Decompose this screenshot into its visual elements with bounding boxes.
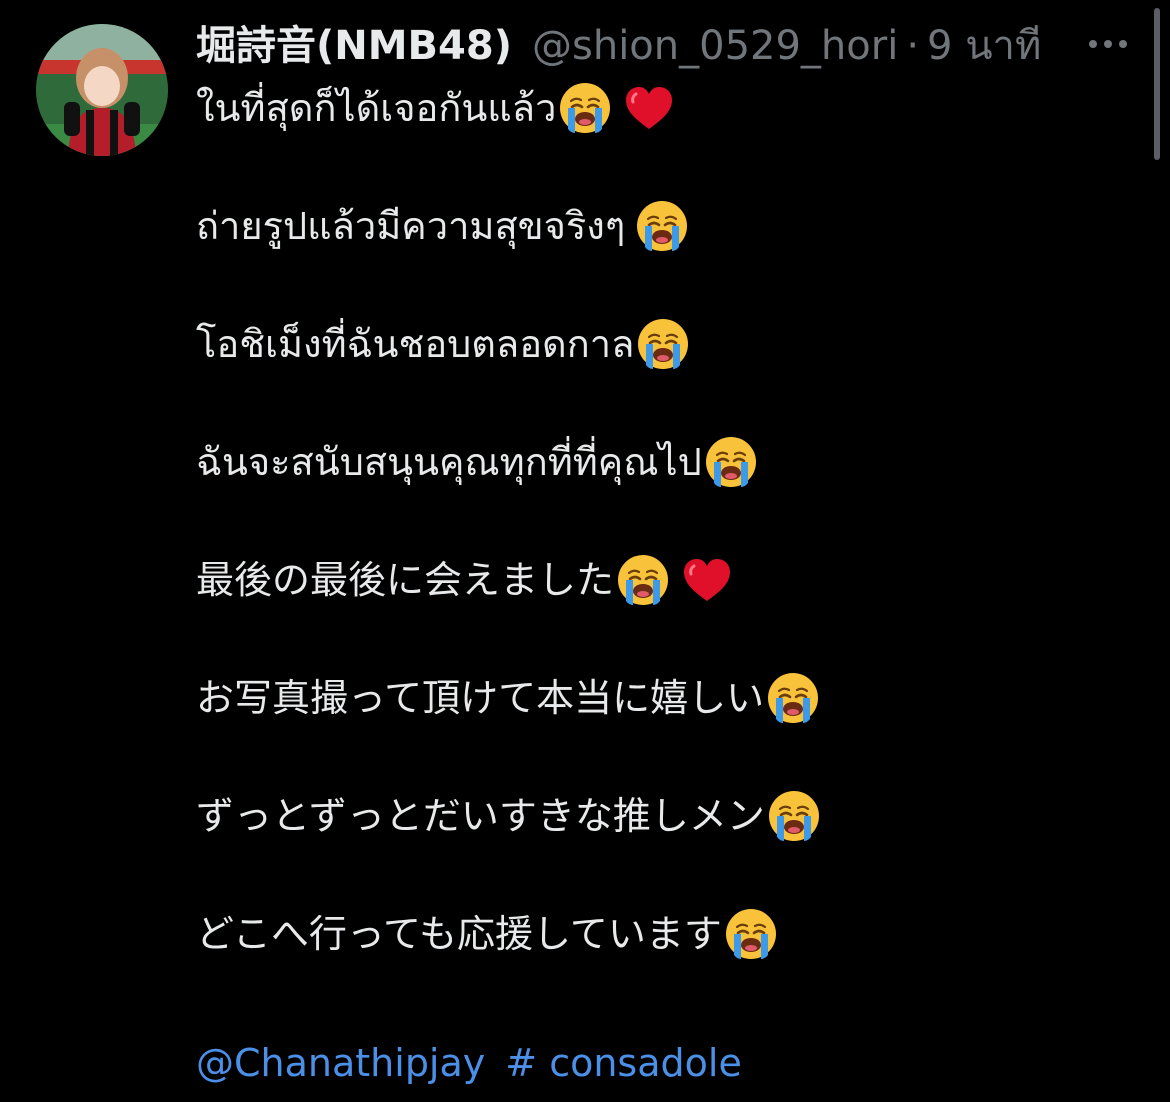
tweet-line-text: ずっとずっとだいすきな推しメン [196,794,765,838]
tweet-line-text: ถ่ายรูปแล้วมีความสุขจริงๆ [196,204,626,248]
tweet-line-text: 最後の最後に会えました [196,558,615,602]
tweet-line-text: โอชิเม็งที่ฉันชอบตลอดกาล [196,322,635,366]
crying-face-icon [635,199,689,253]
hashtag-link[interactable]: # consadole [505,1036,742,1090]
tweet-line: ถ่ายรูปแล้วมีความสุขจริงๆ [196,194,1136,312]
tweet-line-text: お写真撮って頂けて本当に嬉しい [196,676,765,720]
red-heart-icon [680,553,734,607]
tweet-line: 最後の最後に会えました [196,548,1136,666]
tweet-line: โอชิเม็งที่ฉันชอบตลอดกาล [196,312,1136,430]
tweet-line: お写真撮って頂けて本当に嬉しい [196,666,1136,784]
crying-face-icon [704,435,758,489]
tweet-text: ในที่สุดก็ได้เจอกันแล้ว ถ่ายรูปแล้วมีควา… [196,76,1136,1020]
user-handle[interactable]: @shion_0529_hori [532,18,898,74]
tweet[interactable]: 堀詩音(NMB48) @shion_0529_hori · 9 นาที ในท… [0,0,1170,1102]
tweet-line-text: どこへ行っても応援しています [196,912,722,956]
crying-face-icon [766,671,820,725]
display-name[interactable]: 堀詩音(NMB48) [196,18,512,74]
tweet-header: 堀詩音(NMB48) @shion_0529_hori · 9 นาที [196,18,1041,74]
more-horizontal-icon [1089,40,1127,48]
tweet-line: どこへ行っても応援しています [196,902,1136,1020]
scrollbar[interactable] [1154,8,1160,160]
more-options-button[interactable] [1082,22,1134,66]
tweet-links: @Chanathipjay # consadole [196,1036,742,1090]
crying-face-icon [616,553,670,607]
tweet-line: ずっとずっとだいすきな推しメン [196,784,1136,902]
crying-face-icon [724,907,778,961]
tweet-line: ฉันจะสนับสนุนคุณทุกที่ที่คุณไป [196,430,1136,548]
tweet-line-text: ฉันจะสนับสนุนคุณทุกที่ที่คุณไป [196,440,702,484]
mention-link[interactable]: @Chanathipjay [196,1036,485,1090]
crying-face-icon [767,789,821,843]
crying-face-icon [636,317,690,371]
red-heart-icon [622,81,676,135]
timestamp[interactable]: 9 นาที [927,18,1041,74]
tweet-line-text: ในที่สุดก็ได้เจอกันแล้ว [196,86,557,130]
separator-dot: · [906,23,920,69]
crying-face-icon [558,81,612,135]
tweet-line: ในที่สุดก็ได้เจอกันแล้ว [196,76,1136,194]
avatar[interactable] [36,24,168,156]
